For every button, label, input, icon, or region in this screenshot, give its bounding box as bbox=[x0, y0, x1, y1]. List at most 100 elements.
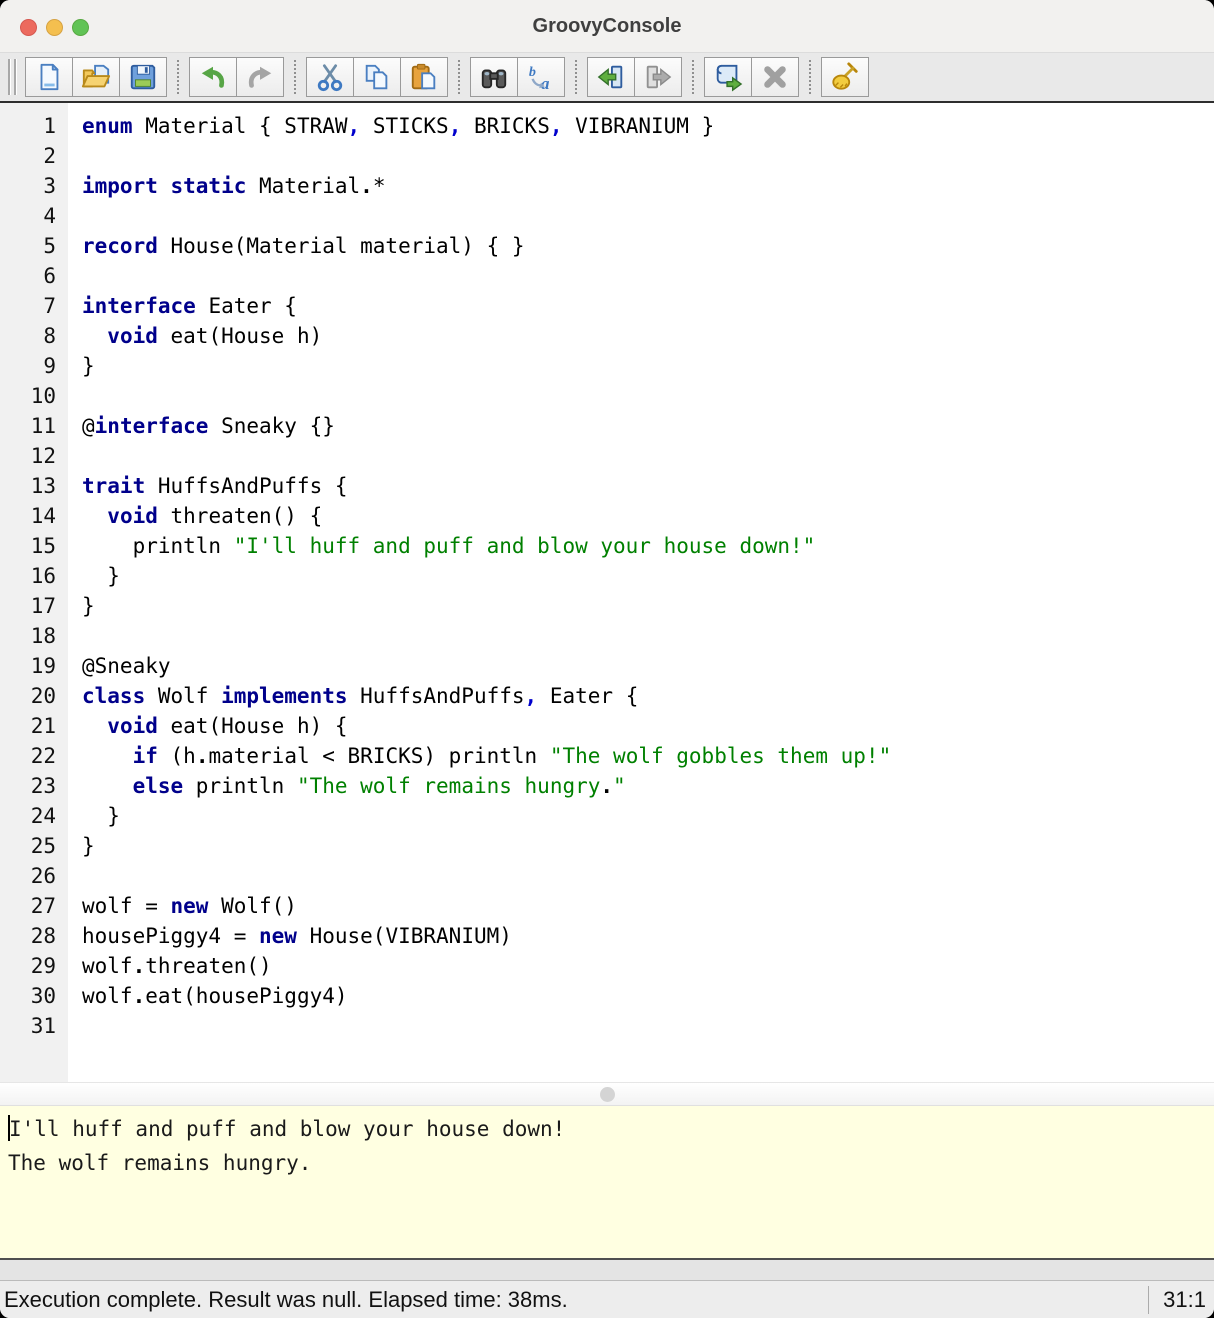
cut-icon bbox=[315, 62, 345, 92]
code-line: 17} bbox=[0, 591, 1214, 621]
find-replace-button[interactable]: ba bbox=[517, 57, 565, 97]
code-text: } bbox=[68, 591, 95, 621]
code-editor[interactable]: 1enum Material { STRAW, STICKS, BRICKS, … bbox=[0, 103, 1214, 1082]
code-text: wolf = new Wolf() bbox=[68, 891, 297, 921]
line-number: 20 bbox=[0, 681, 68, 711]
cut-button[interactable] bbox=[306, 57, 354, 97]
code-line: 9} bbox=[0, 351, 1214, 381]
code-text bbox=[68, 201, 82, 231]
toolbar-separator bbox=[692, 60, 694, 94]
line-number: 10 bbox=[0, 381, 68, 411]
redo-button[interactable] bbox=[236, 57, 284, 97]
line-number: 2 bbox=[0, 141, 68, 171]
history-previous-button[interactable] bbox=[587, 57, 635, 97]
find-icon bbox=[479, 62, 509, 92]
paste-button[interactable] bbox=[400, 57, 448, 97]
code-line: 31 bbox=[0, 1011, 1214, 1041]
line-number: 18 bbox=[0, 621, 68, 651]
code-line: 25} bbox=[0, 831, 1214, 861]
output-area[interactable]: I'll huff and puff and blow your house d… bbox=[0, 1106, 1214, 1258]
code-line: 30wolf.eat(housePiggy4) bbox=[0, 981, 1214, 1011]
titlebar: GroovyConsole bbox=[0, 0, 1214, 53]
toolbar-group bbox=[821, 57, 869, 97]
save-file-button[interactable] bbox=[119, 57, 167, 97]
code-line: 13trait HuffsAndPuffs { bbox=[0, 471, 1214, 501]
new-file-icon bbox=[34, 62, 64, 92]
line-number: 8 bbox=[0, 321, 68, 351]
code-line: 16 } bbox=[0, 561, 1214, 591]
line-number: 19 bbox=[0, 651, 68, 681]
code-text bbox=[68, 381, 82, 411]
line-number: 25 bbox=[0, 831, 68, 861]
code-text: enum Material { STRAW, STICKS, BRICKS, V… bbox=[68, 111, 714, 141]
code-text bbox=[68, 441, 82, 471]
history-next-icon bbox=[643, 62, 673, 92]
line-number: 26 bbox=[0, 861, 68, 891]
code-line: 5record House(Material material) { } bbox=[0, 231, 1214, 261]
toolbar-separator bbox=[294, 60, 296, 94]
code-line: 1enum Material { STRAW, STICKS, BRICKS, … bbox=[0, 111, 1214, 141]
code-line: 21 void eat(House h) { bbox=[0, 711, 1214, 741]
toolbar-drag-handle[interactable] bbox=[8, 59, 17, 95]
interrupt-script-button[interactable] bbox=[751, 57, 799, 97]
code-line: 22 if (h.material < BRICKS) println "The… bbox=[0, 741, 1214, 771]
undo-button[interactable] bbox=[189, 57, 237, 97]
text-caret bbox=[8, 1115, 10, 1141]
toolbar-group bbox=[25, 57, 167, 97]
code-text: } bbox=[68, 831, 95, 861]
code-text: import static Material.* bbox=[68, 171, 385, 201]
code-line: 6 bbox=[0, 261, 1214, 291]
execute-script-button[interactable] bbox=[704, 57, 752, 97]
open-file-button[interactable] bbox=[72, 57, 120, 97]
svg-text:b: b bbox=[529, 64, 536, 80]
code-line: 14 void threaten() { bbox=[0, 501, 1214, 531]
new-file-button[interactable] bbox=[25, 57, 73, 97]
interrupt-icon bbox=[760, 62, 790, 92]
code-line: 23 else println "The wolf remains hungry… bbox=[0, 771, 1214, 801]
line-number: 9 bbox=[0, 351, 68, 381]
history-next-button[interactable] bbox=[634, 57, 682, 97]
line-number: 6 bbox=[0, 261, 68, 291]
line-number: 27 bbox=[0, 891, 68, 921]
line-number: 23 bbox=[0, 771, 68, 801]
line-number: 21 bbox=[0, 711, 68, 741]
caret-position: 31:1 bbox=[1163, 1287, 1206, 1313]
line-number: 15 bbox=[0, 531, 68, 561]
find-button[interactable] bbox=[470, 57, 518, 97]
split-divider[interactable] bbox=[0, 1082, 1214, 1106]
splitter-grip-icon[interactable] bbox=[600, 1087, 615, 1102]
code-line: 20class Wolf implements HuffsAndPuffs, E… bbox=[0, 681, 1214, 711]
code-line: 12 bbox=[0, 441, 1214, 471]
code-text: } bbox=[68, 561, 120, 591]
code-text: if (h.material < BRICKS) println "The wo… bbox=[68, 741, 891, 771]
status-bar: Execution complete. Result was null. Ela… bbox=[0, 1280, 1214, 1318]
copy-button[interactable] bbox=[353, 57, 401, 97]
code-text: housePiggy4 = new House(VIBRANIUM) bbox=[68, 921, 512, 951]
code-text: interface Eater { bbox=[68, 291, 297, 321]
line-number: 5 bbox=[0, 231, 68, 261]
line-number: 29 bbox=[0, 951, 68, 981]
code-line: 27wolf = new Wolf() bbox=[0, 891, 1214, 921]
line-number: 16 bbox=[0, 561, 68, 591]
code-line: 28housePiggy4 = new House(VIBRANIUM) bbox=[0, 921, 1214, 951]
toolbar-group: ba bbox=[470, 57, 565, 97]
line-number: 3 bbox=[0, 171, 68, 201]
line-number: 11 bbox=[0, 411, 68, 441]
line-number: 30 bbox=[0, 981, 68, 1011]
toolbar-group bbox=[587, 57, 682, 97]
clear-output-button[interactable] bbox=[821, 57, 869, 97]
line-number: 31 bbox=[0, 1011, 68, 1041]
svg-text:a: a bbox=[541, 74, 550, 92]
undo-icon bbox=[198, 62, 228, 92]
code-line: 3import static Material.* bbox=[0, 171, 1214, 201]
code-line: 24 } bbox=[0, 801, 1214, 831]
code-text: } bbox=[68, 801, 120, 831]
open-file-icon bbox=[81, 62, 111, 92]
copy-icon bbox=[362, 62, 392, 92]
code-line: 29wolf.threaten() bbox=[0, 951, 1214, 981]
code-line: 2 bbox=[0, 141, 1214, 171]
output-line: I'll huff and puff and blow your house d… bbox=[8, 1112, 1214, 1146]
code-line: 15 println "I'll huff and puff and blow … bbox=[0, 531, 1214, 561]
code-text: class Wolf implements HuffsAndPuffs, Eat… bbox=[68, 681, 638, 711]
code-line: 19@Sneaky bbox=[0, 651, 1214, 681]
